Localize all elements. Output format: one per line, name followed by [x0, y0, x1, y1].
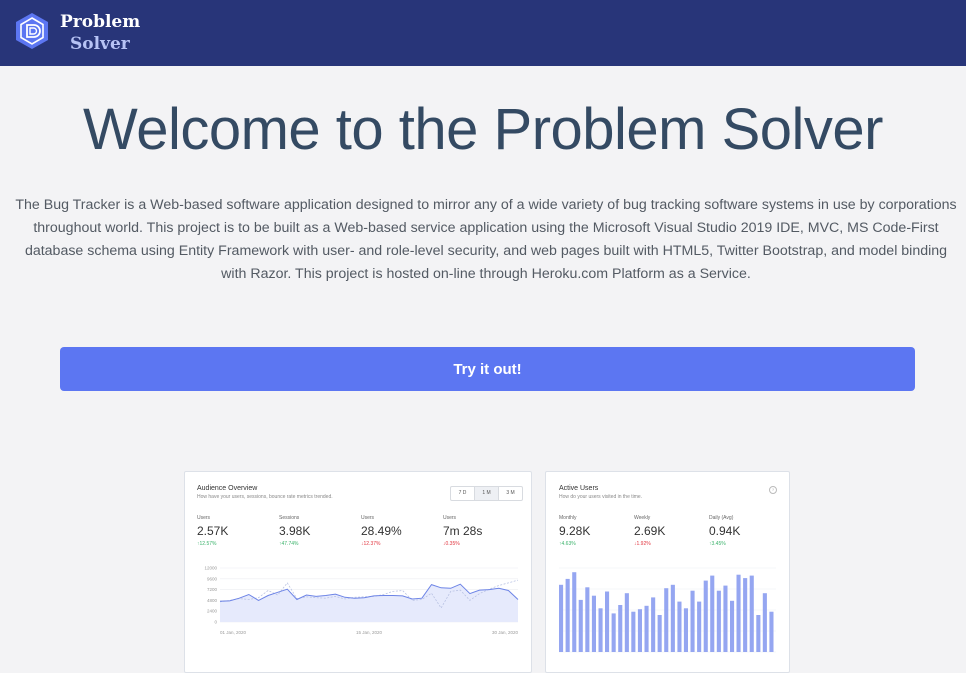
range-tab-1m[interactable]: 1 M [475, 487, 499, 500]
bar [703, 580, 708, 652]
stat-change: ↑12.57% [197, 541, 217, 547]
range-tab-7d[interactable]: 7 D [451, 487, 475, 500]
bar [690, 590, 695, 652]
card-subtitle: How have your users, sessions, bounce ra… [197, 494, 333, 500]
bar [591, 595, 596, 652]
y-tick-label: 7200 [207, 587, 218, 592]
y-tick-label: 2400 [207, 609, 218, 614]
stat-change: ↓12.37% [361, 541, 381, 547]
stat-bounce-rate: Users 28.49% ↓12.37% [361, 515, 402, 547]
bar [578, 599, 583, 652]
bar [730, 600, 735, 652]
brand-name-line1: Problem [60, 12, 141, 32]
bar [756, 615, 761, 652]
hero-title: Welcome to the Problem Solver [83, 97, 884, 162]
stat-label: Users [197, 515, 211, 521]
document-hexagon-icon [14, 11, 50, 56]
bar [670, 584, 675, 652]
bar [677, 601, 682, 652]
range-tab-3m[interactable]: 3 M [499, 487, 522, 500]
stat-value: 28.49% [361, 524, 402, 538]
bar [605, 591, 610, 652]
stat-label: Users [443, 515, 457, 521]
bar [716, 590, 721, 652]
stat-label: Weekly [634, 515, 651, 521]
bar [723, 585, 728, 652]
bar [762, 593, 767, 652]
stat-label: Monthly [559, 515, 577, 521]
bar [657, 615, 662, 652]
brand-name-line2: Solver [70, 34, 130, 54]
bar [749, 575, 754, 652]
stat-monthly: Monthly 9.28K ↑4.63% [559, 515, 590, 547]
bar [736, 574, 741, 652]
range-tabs: 7 D 1 M 3 M [450, 486, 523, 501]
bar [565, 578, 570, 652]
stat-session-duration: Users 7m 28s ↓0.35% [443, 515, 482, 547]
bar [624, 593, 629, 652]
stat-value: 9.28K [559, 524, 591, 538]
y-tick-label: 12000 [204, 566, 217, 571]
active-users-card: Active Users How do your users visited i… [545, 471, 790, 673]
bar [743, 578, 748, 652]
brand-logo-link[interactable]: Problem Solver [14, 11, 140, 56]
bar [697, 601, 702, 652]
audience-line-chart: 12000 9600 7200 4800 2400 001 Jan, 2020 15 Jan… [204, 566, 519, 636]
x-tick-label: 30 Jan, 2020 [492, 630, 519, 635]
bar [585, 587, 590, 652]
stat-users: Users 2.57K ↑12.57% [197, 515, 228, 547]
x-tick-label: 01 Jan, 2020 [220, 630, 247, 635]
bar [683, 608, 688, 652]
stat-value: 3.98K [279, 524, 311, 538]
bar [651, 597, 656, 652]
stat-change: ↑47.74% [279, 541, 299, 547]
bar [644, 605, 649, 652]
brand-name: Problem Solver [60, 14, 140, 53]
stat-label: Sessions [279, 515, 300, 521]
bar [664, 588, 669, 652]
stat-change: ↑4.63% [559, 541, 576, 547]
stat-value: 7m 28s [443, 524, 483, 538]
stat-change: ↓0.35% [443, 541, 460, 547]
bar [598, 608, 603, 652]
top-navbar: Problem Solver [0, 0, 966, 66]
bar [572, 572, 577, 652]
bar [559, 584, 564, 652]
stat-value: 2.57K [197, 524, 229, 538]
y-tick-label: 0 [214, 620, 217, 625]
hero-description: The Bug Tracker is a Web-based software … [15, 197, 957, 282]
audience-overview-card: Audience Overview How have your users, s… [184, 471, 532, 673]
bar [618, 605, 623, 652]
stat-value: 0.94K [709, 524, 741, 538]
try-it-out-button[interactable]: Try it out! [60, 347, 915, 391]
bar [769, 611, 774, 652]
stat-change: ↓1.92% [634, 541, 651, 547]
info-icon[interactable]: ? [769, 486, 777, 494]
x-tick-label: 15 Jan, 2020 [356, 630, 383, 635]
stat-value: 2.69K [634, 524, 666, 538]
stat-label: Daily (Avg) [709, 515, 734, 521]
stat-sessions: Sessions 3.98K ↑47.74% [279, 515, 310, 547]
bar [611, 613, 616, 652]
stat-change: ↑3.45% [709, 541, 726, 547]
card-subtitle: How do your users visited in the time. [559, 494, 643, 500]
y-tick-label: 9600 [207, 576, 218, 581]
stat-label: Users [361, 515, 375, 521]
stat-daily-avg: Daily (Avg) 0.94K ↑3.45% [709, 515, 740, 547]
card-title: Active Users [559, 485, 599, 492]
card-title: Audience Overview [197, 485, 258, 492]
bar [710, 575, 715, 652]
stat-weekly: Weekly 2.69K ↓1.92% [634, 515, 665, 547]
bar [637, 609, 642, 652]
y-tick-label: 4800 [207, 598, 218, 603]
bar [631, 611, 636, 652]
active-users-bar-chart [559, 567, 776, 653]
